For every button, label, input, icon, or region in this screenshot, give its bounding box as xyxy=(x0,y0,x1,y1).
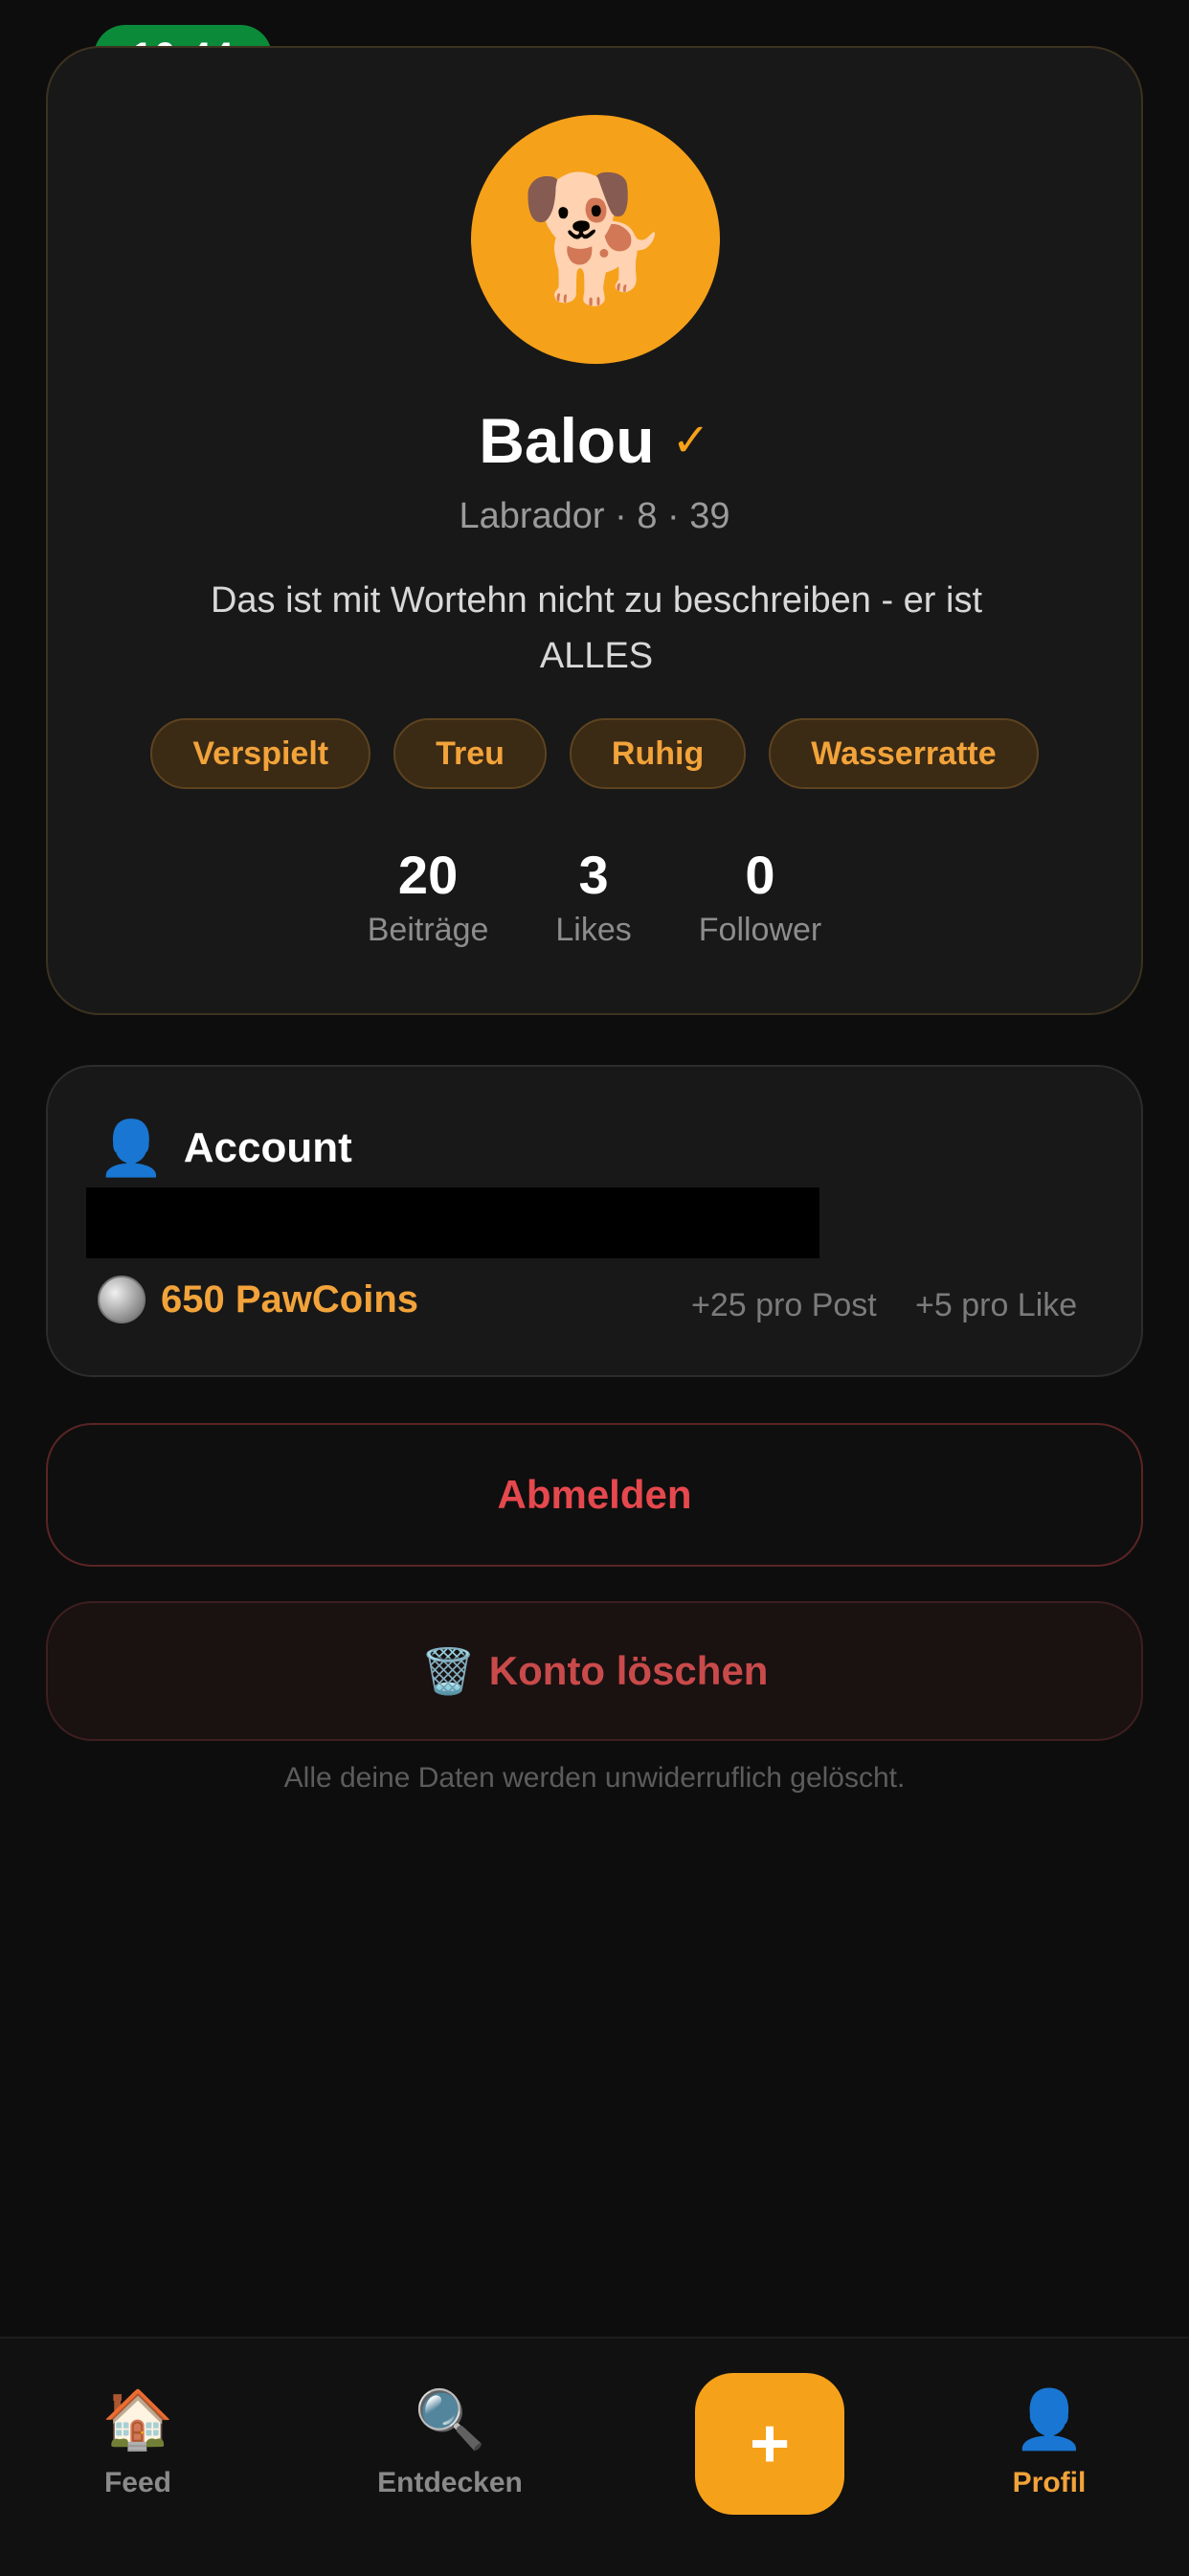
coin-icon xyxy=(98,1276,146,1323)
profile-subline: Labrador · 8 · 39 xyxy=(459,496,730,536)
tab-feed[interactable]: 🏠 Feed xyxy=(42,2386,234,2499)
logout-button[interactable]: Abmelden xyxy=(46,1423,1143,1567)
rate-per-post: +25 pro Post xyxy=(691,1287,877,1323)
stat-likes-value: 3 xyxy=(578,845,609,905)
account-card: 👤 Account 650 PawCoins +25 pro Post +5 p… xyxy=(46,1065,1143,1377)
tab-discover-label: Entdecken xyxy=(377,2467,523,2498)
pawcoins-balance: 650 PawCoins xyxy=(98,1276,418,1323)
profile-icon: 👤 xyxy=(1013,2387,1086,2452)
stat-followers-value: 0 xyxy=(745,845,775,905)
account-header: 👤 Account xyxy=(98,1117,352,1180)
home-icon: 🏠 xyxy=(101,2387,174,2452)
dog-icon: 🐕 xyxy=(519,170,672,307)
tab-feed-label: Feed xyxy=(103,2467,172,2498)
user-icon: 👤 xyxy=(98,1118,165,1178)
stat-followers-label: Follower xyxy=(698,912,822,948)
pawcoins-amount: 650 PawCoins xyxy=(161,1277,419,1321)
account-title: Account xyxy=(183,1124,352,1171)
rate-per-like: +5 pro Like xyxy=(915,1287,1078,1323)
stat-likes-label: Likes xyxy=(555,912,632,948)
tag-wasserratte: Wasserratte xyxy=(769,718,1039,789)
tab-profile-label: Profil xyxy=(1012,2467,1087,2498)
search-icon: 🔍 xyxy=(414,2387,486,2452)
profile-name: Balou xyxy=(479,405,655,476)
tab-bar: 🏠 Feed 🔍 Entdecken + 👤 Profil xyxy=(0,2337,1189,2576)
tag-treu: Treu xyxy=(393,718,547,789)
stat-posts[interactable]: 20 Beiträge xyxy=(368,845,489,949)
delete-warning: Alle deine Daten werden unwiderruflich g… xyxy=(283,1762,906,1794)
create-post-button[interactable]: + xyxy=(695,2373,844,2515)
delete-account-button[interactable]: 🗑️ Konto löschen xyxy=(46,1601,1143,1741)
tag-ruhig: Ruhig xyxy=(569,718,747,789)
stat-likes[interactable]: 3 Likes xyxy=(555,845,631,949)
tab-profile[interactable]: 👤 Profil xyxy=(953,2386,1145,2499)
profile-card: 🐕 Balou ✓ Labrador · 8 · 39 Das ist mit … xyxy=(46,46,1143,1015)
profile-bio: Das ist mit Wortehn nicht zu beschreiben… xyxy=(210,580,983,676)
tag-verspielt: Verspielt xyxy=(150,718,371,789)
profile-name-row: Balou ✓ xyxy=(48,404,1141,477)
redacted-email xyxy=(86,1187,819,1258)
tab-discover[interactable]: 🔍 Entdecken xyxy=(354,2386,546,2499)
avatar[interactable]: 🐕 xyxy=(471,115,720,364)
delete-account-label: Konto löschen xyxy=(488,1648,769,1693)
verified-check-icon: ✓ xyxy=(671,416,710,466)
trait-tags: Verspielt Treu Ruhig Wasserratte xyxy=(48,718,1141,789)
plus-icon: + xyxy=(749,2406,791,2482)
trash-icon: 🗑️ xyxy=(420,1645,476,1696)
stat-posts-label: Beiträge xyxy=(367,912,489,948)
stat-posts-value: 20 xyxy=(397,845,459,905)
profile-stats: 20 Beiträge 3 Likes 0 Follower xyxy=(48,845,1141,949)
stat-followers[interactable]: 0 Follower xyxy=(699,845,821,949)
